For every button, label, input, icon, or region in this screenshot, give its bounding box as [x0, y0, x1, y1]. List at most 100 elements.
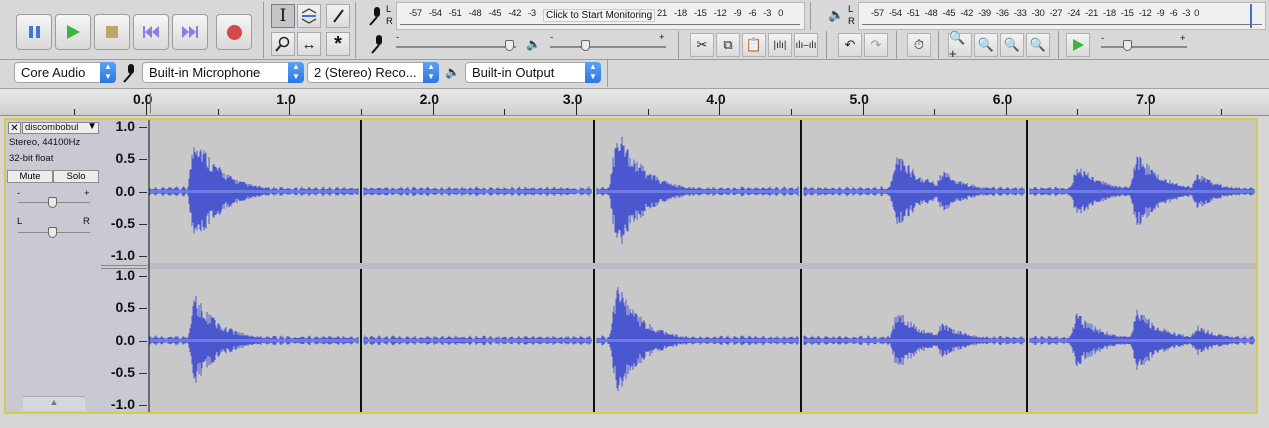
play-at-speed-button[interactable] — [1066, 33, 1090, 57]
stop-button[interactable] — [94, 14, 130, 50]
zoom-tool[interactable] — [271, 32, 295, 56]
track-info-format: Stereo, 44100Hz — [9, 137, 81, 148]
double-arrow-icon: ↔ — [301, 35, 317, 53]
ruler-minor-tick — [1077, 109, 1079, 115]
chevron-down-icon: ▼ — [87, 121, 97, 132]
audio-host-dropdown[interactable]: Core Audio ▲ ▼ — [14, 62, 116, 83]
track-pan-slider[interactable] — [48, 227, 57, 238]
recording-volume-slider[interactable] — [505, 40, 514, 51]
paste-button[interactable]: 📋 — [742, 33, 766, 57]
play-button[interactable] — [55, 14, 91, 50]
playback-meter-toolbar: 🔈 L R -57 -54 -51 -48 -45 -42 -39 -36 -33 -30 -27-… — [818, 2, 1266, 30]
ruler-major-tick — [1005, 103, 1007, 115]
ruler-label: 1.0 — [276, 91, 296, 107]
ruler-label: 4.0 — [706, 91, 726, 107]
ruler-minor-tick — [360, 109, 362, 115]
ruler-label: 5.0 — [849, 91, 869, 107]
sync-lock-button[interactable]: ⏱ — [907, 33, 931, 57]
silence-button[interactable]: ılı–ılı — [794, 33, 818, 57]
play-head-marker[interactable] — [150, 93, 151, 113]
playback-device-dropdown[interactable]: Built-in Output ▲ ▼ — [465, 62, 601, 83]
draw-tool[interactable] — [326, 4, 350, 28]
trim-button[interactable]: |ılı| — [768, 33, 792, 57]
transport-toolbar — [6, 3, 260, 59]
playback-meter-right-label: R — [848, 16, 855, 27]
waveform[interactable] — [147, 120, 1256, 412]
amplitude-label: -1.0 — [110, 396, 135, 412]
pencil-icon — [333, 9, 344, 23]
ruler-label: 6.0 — [992, 91, 1013, 107]
microphone-icon — [371, 35, 382, 54]
amplitude-label: 1.0 — [115, 118, 135, 134]
pause-button[interactable] — [16, 14, 52, 50]
amplitude-label: -0.5 — [110, 214, 135, 231]
amplitude-label: 0.0 — [115, 331, 135, 348]
ruler-minor-tick — [504, 109, 506, 115]
amplitude-tick — [139, 159, 147, 161]
zoom-out-button[interactable]: 🔍 — [974, 33, 998, 57]
envelope-tool[interactable] — [297, 4, 321, 28]
redo-button[interactable]: ↷ — [864, 33, 888, 57]
fit-project-button[interactable]: 🔍 — [1026, 33, 1050, 57]
mute-button[interactable]: Mute — [7, 170, 53, 183]
ruler-minor-tick — [647, 109, 649, 115]
play-speed-slider[interactable] — [1123, 40, 1132, 51]
ruler-major-tick — [862, 103, 864, 115]
start-monitoring-label[interactable]: Click to Start Monitoring — [543, 9, 656, 22]
paste-icon: 📋 — [745, 37, 763, 52]
speaker-icon: 🔈 — [828, 7, 845, 22]
multi-tool[interactable]: * — [326, 32, 350, 56]
zoom-in-button[interactable]: 🔍+ — [948, 30, 972, 61]
track-name: discombobul — [25, 122, 79, 133]
ruler-label: 3.0 — [562, 91, 583, 107]
ruler-minor-tick — [217, 109, 219, 115]
amplitude-tick — [139, 340, 147, 342]
speaker-icon: 🔈 — [445, 65, 460, 79]
track-control-panel: ✕ discombobul ▼ Stereo, 44100Hz 32-bit f… — [6, 120, 101, 412]
asterisk-icon: * — [334, 32, 342, 55]
playback-volume-slider[interactable] — [581, 40, 590, 51]
collapse-track-button[interactable]: ▲ — [23, 396, 85, 411]
copy-button[interactable]: ⧉ — [716, 33, 740, 57]
ruler-minor-tick — [790, 109, 792, 115]
fit-selection-button[interactable]: 🔍 — [1000, 33, 1024, 57]
record-button[interactable] — [216, 14, 252, 50]
amplitude-tick — [139, 191, 147, 193]
timeline-ruler[interactable]: 0.0 1.0 2.0 3.0 4.0 5.0 6.0 7.0 — [0, 88, 1269, 116]
pause-icon — [28, 26, 40, 38]
ibeam-icon: I — [279, 6, 287, 26]
silence-audio-icon: ılı–ılı — [795, 39, 817, 51]
solo-button[interactable]: Solo — [53, 170, 99, 183]
track-gain-slider[interactable] — [48, 197, 57, 208]
track-menu-button[interactable]: discombobul ▼ — [22, 121, 99, 134]
recording-channels-dropdown[interactable]: 2 (Stereo) Reco... ▲ ▼ — [307, 62, 439, 83]
track-info-bitdepth: 32-bit float — [9, 153, 54, 164]
record-icon — [226, 24, 242, 40]
skip-to-start-button[interactable] — [133, 14, 169, 50]
cut-button[interactable]: ✂ — [690, 33, 714, 57]
ruler-major-tick — [432, 103, 434, 115]
scissors-icon: ✂ — [696, 37, 708, 52]
undo-button[interactable]: ↶ — [838, 33, 862, 57]
close-track-button[interactable]: ✕ — [8, 122, 21, 134]
selection-tool[interactable]: I — [271, 4, 295, 28]
amplitude-label: 0.0 — [115, 182, 135, 199]
waveform-area[interactable] — [147, 120, 1256, 412]
timeshift-tool[interactable]: ↔ — [297, 32, 321, 56]
record-meter-left-label: L — [386, 4, 392, 15]
amplitude-tick — [139, 127, 147, 128]
speaker-icon: 🔈 — [526, 37, 541, 51]
fit-selection-icon: 🔍 — [1003, 37, 1021, 52]
amplitude-tick — [139, 256, 147, 257]
recording-device-dropdown[interactable]: Built-in Microphone ▲ ▼ — [142, 62, 304, 83]
mixer-toolbar: - 🔈 - + — [362, 31, 674, 59]
skip-to-end-button[interactable] — [172, 14, 208, 50]
envelope-icon — [301, 8, 317, 24]
ruler-major-tick — [719, 103, 721, 115]
amplitude-tick — [139, 223, 147, 225]
amplitude-tick — [139, 308, 147, 310]
amplitude-label: -1.0 — [110, 247, 135, 263]
record-meter-right-label: R — [386, 16, 393, 27]
dropdown-arrow-icon: ▲ ▼ — [585, 62, 601, 83]
toolbar-area: I ↔ * L R -57 -54 -51 -48 -45 -42 -3 Click to … — [0, 0, 1269, 88]
